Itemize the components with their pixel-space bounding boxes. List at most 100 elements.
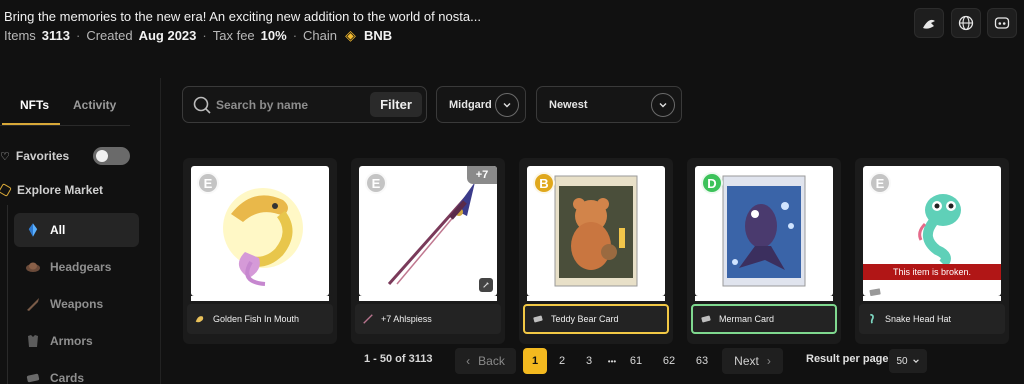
chain-label: Chain — [303, 28, 338, 43]
nft-card[interactable]: E +7 +7 Ahlspiess — [351, 158, 505, 344]
page-button[interactable]: 2 — [550, 348, 574, 374]
search-icon — [193, 96, 211, 114]
toggle-knob — [96, 150, 108, 162]
next-label: Next — [734, 354, 759, 368]
tab-activity[interactable]: Activity — [73, 98, 116, 112]
grade-badge: E — [197, 172, 219, 194]
crystal-icon — [24, 222, 42, 238]
category-tree-line — [7, 205, 8, 384]
nft-name-bar: Golden Fish In Mouth — [187, 304, 333, 334]
grade-badge: E — [869, 172, 891, 194]
nft-image: E — [191, 166, 329, 296]
page-button[interactable]: 1 — [523, 348, 547, 374]
active-tab-indicator — [2, 123, 60, 125]
back-label: Back — [478, 354, 505, 368]
chevron-down-icon — [495, 93, 519, 117]
nft-name: Golden Fish In Mouth — [213, 314, 300, 324]
favorites-row: ♡ Favorites — [0, 146, 140, 166]
website-button[interactable] — [951, 8, 981, 38]
page-button[interactable]: 61 — [624, 348, 648, 374]
nft-name-bar: Merman Card — [691, 304, 837, 334]
nft-name: +7 Ahlspiess — [381, 314, 432, 324]
sidebar-item-headgears[interactable]: Headgears — [14, 250, 139, 284]
broken-item-banner: This item is broken. — [863, 264, 1001, 280]
card-icon — [869, 284, 885, 296]
nft-image: B — [527, 166, 665, 296]
results-per-page-label: Result per page — [806, 353, 889, 365]
card-footer-strip — [695, 296, 833, 301]
server-select-value: Midgard — [449, 99, 492, 111]
sidebar-item-label: Headgears — [50, 260, 112, 274]
sidebar-item-all[interactable]: All — [14, 213, 139, 247]
nft-card[interactable]: E Golden Fish In Mouth — [183, 158, 337, 344]
items-label: Items — [4, 28, 36, 43]
card-footer-strip — [191, 296, 329, 301]
nft-name-bar: Teddy Bear Card — [523, 304, 669, 334]
sidebar-item-label: All — [50, 223, 66, 237]
nft-name-bar: Snake Head Hat — [859, 304, 1005, 334]
nft-card[interactable]: B Teddy Bear Card — [519, 158, 673, 344]
nft-name: Teddy Bear Card — [551, 314, 619, 324]
chevron-down-icon — [912, 359, 919, 363]
sidebar-item-cards[interactable]: Cards — [14, 361, 139, 384]
card-icon — [699, 312, 713, 326]
sidebar-divider — [160, 78, 161, 384]
back-button[interactable]: ‹ Back — [455, 348, 516, 374]
nft-image: E This item is broken. — [863, 166, 1001, 296]
sort-select-value: Newest — [549, 99, 588, 111]
marketplace-button[interactable] — [914, 8, 944, 38]
headgear-icon — [24, 259, 42, 275]
page-button[interactable]: 62 — [657, 348, 681, 374]
result-range: 1 - 50 of 3113 — [364, 353, 433, 365]
results-per-page-value: 50 — [896, 355, 908, 367]
collection-description: Bring the memories to the new era! An ex… — [4, 9, 481, 24]
card-icon — [531, 312, 545, 326]
search-input[interactable] — [216, 96, 366, 114]
discord-icon — [994, 17, 1010, 29]
server-select[interactable]: Midgard — [436, 86, 526, 123]
explore-market-header[interactable]: Explore Market — [0, 183, 103, 197]
tab-nfts[interactable]: NFTs — [20, 98, 49, 112]
stats-separator: · — [76, 28, 81, 43]
favorites-label: Favorites — [15, 149, 70, 163]
chevron-left-icon: ‹ — [466, 354, 471, 368]
grade-badge: E — [365, 172, 387, 194]
nft-card[interactable]: E This item is broken. Snake Head Hat — [855, 158, 1009, 344]
favorites-toggle[interactable] — [93, 147, 130, 165]
page-ellipsis: ••• — [607, 356, 617, 366]
heart-icon: ♡ — [0, 150, 10, 163]
globe-icon — [958, 15, 974, 31]
nft-name-bar: +7 Ahlspiess — [355, 304, 501, 334]
page-button[interactable]: 63 — [690, 348, 714, 374]
bnb-icon: ◈ — [345, 27, 356, 43]
page-button[interactable]: 3 — [577, 348, 601, 374]
chevron-down-icon — [651, 93, 675, 117]
explore-market-label: Explore Market — [17, 183, 104, 197]
card-icon — [24, 370, 42, 384]
weapon-icon — [24, 296, 42, 312]
card-footer-strip — [863, 296, 1001, 301]
stats-separator: · — [202, 28, 207, 43]
sidebar-item-weapons[interactable]: Weapons — [14, 287, 139, 321]
collection-header: Bring the memories to the new era! An ex… — [0, 0, 1024, 52]
marketplace-icon — [923, 19, 935, 29]
discord-button[interactable] — [987, 8, 1017, 38]
refine-badge: +7 — [467, 166, 497, 184]
results-per-page-select[interactable]: 50 — [889, 349, 927, 373]
stats-separator: · — [292, 28, 298, 43]
hat-icon — [865, 312, 879, 326]
next-button[interactable]: Next › — [722, 348, 783, 374]
enchant-icon — [479, 278, 493, 292]
grade-badge: B — [533, 172, 555, 194]
sidebar-item-label: Weapons — [50, 297, 104, 311]
sidebar-item-label: Cards — [50, 371, 85, 384]
filter-button[interactable]: Filter — [370, 92, 422, 117]
card-footer-strip — [359, 296, 497, 301]
nft-card[interactable]: D Merman Card — [687, 158, 841, 344]
sidebar-tabs: NFTs Activity — [0, 86, 130, 126]
spear-icon — [361, 312, 375, 326]
sidebar-item-armors[interactable]: Armors — [14, 324, 139, 358]
sort-select[interactable]: Newest — [536, 86, 682, 123]
item-icon — [193, 312, 207, 326]
nft-name: Merman Card — [719, 314, 775, 324]
